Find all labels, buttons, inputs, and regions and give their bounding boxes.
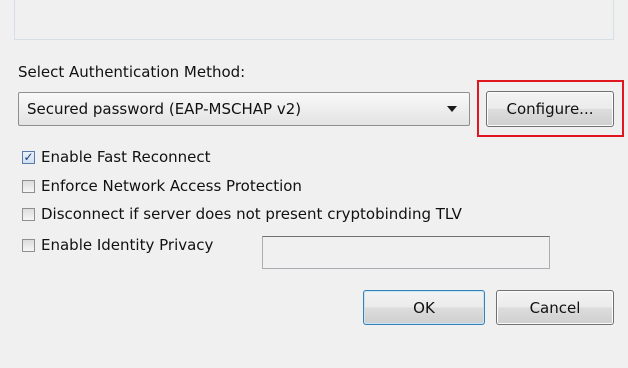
cryptobinding-option[interactable]: Disconnect if server does not present cr… <box>22 205 462 223</box>
ok-button[interactable]: OK <box>363 290 485 325</box>
ok-button-label: OK <box>413 298 435 317</box>
identity-privacy-option[interactable]: Enable Identity Privacy <box>22 236 213 254</box>
cryptobinding-checkbox[interactable] <box>22 207 35 221</box>
identity-privacy-checkbox[interactable] <box>22 238 35 252</box>
enforce-nap-option[interactable]: Enforce Network Access Protection <box>22 177 302 195</box>
enforce-nap-checkbox[interactable] <box>22 179 35 193</box>
auth-method-label: Select Authentication Method: <box>18 63 246 81</box>
upper-group-box <box>14 0 614 40</box>
configure-button[interactable]: Configure... <box>486 91 614 127</box>
fast-reconnect-label: Enable Fast Reconnect <box>41 148 211 166</box>
enforce-nap-label: Enforce Network Access Protection <box>41 177 302 195</box>
identity-privacy-label: Enable Identity Privacy <box>41 236 214 254</box>
fast-reconnect-option[interactable]: ✓ Enable Fast Reconnect <box>22 148 211 166</box>
checkmark-icon: ✓ <box>23 150 34 164</box>
configure-button-label: Configure... <box>506 100 594 118</box>
cancel-button[interactable]: Cancel <box>496 290 614 325</box>
cryptobinding-label: Disconnect if server does not present cr… <box>41 205 462 223</box>
cancel-button-label: Cancel <box>529 298 581 317</box>
chevron-down-icon <box>447 106 457 112</box>
identity-privacy-input[interactable] <box>262 236 550 269</box>
auth-method-dropdown[interactable]: Secured password (EAP-MSCHAP v2) <box>18 92 470 126</box>
auth-method-selected-value: Secured password (EAP-MSCHAP v2) <box>27 100 302 118</box>
fast-reconnect-checkbox[interactable]: ✓ <box>22 150 35 164</box>
